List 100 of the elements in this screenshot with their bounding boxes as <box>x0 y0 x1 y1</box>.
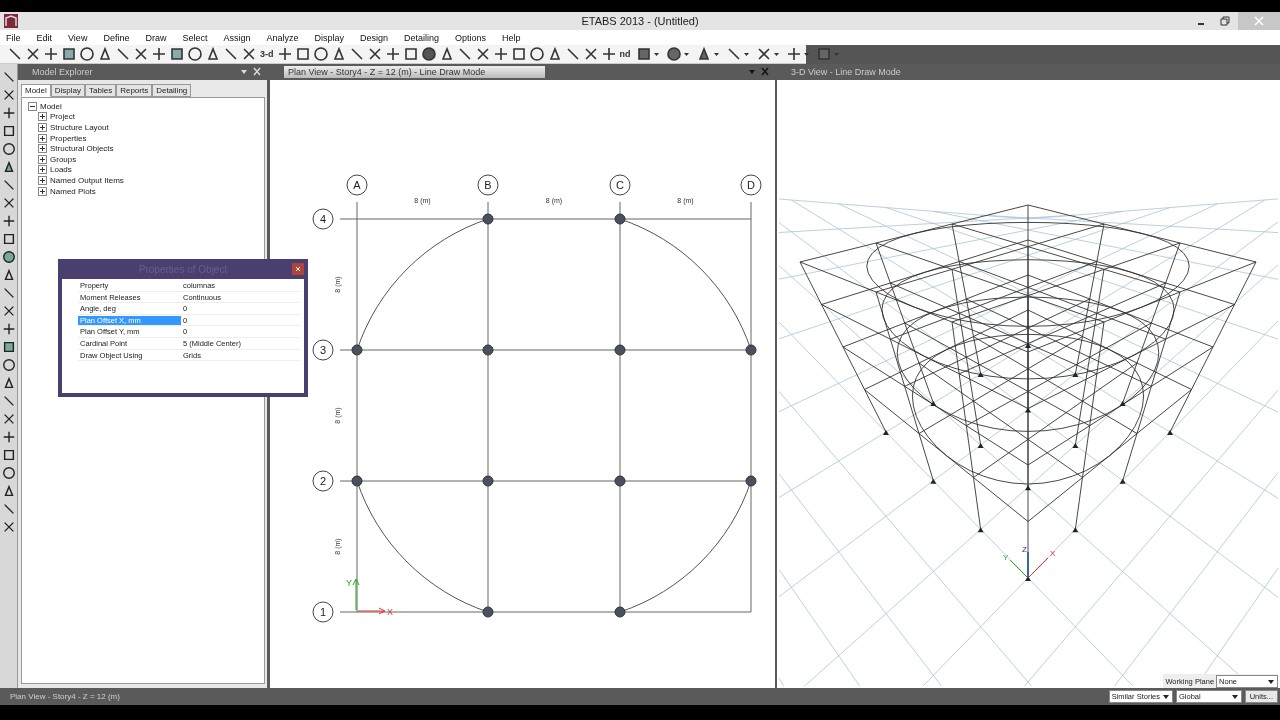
tool-icon[interactable] <box>1 340 16 354</box>
menu-item[interactable]: Draw <box>145 32 174 43</box>
menu-item[interactable]: Help <box>502 32 528 43</box>
expand-icon[interactable] <box>38 133 47 143</box>
toolbar-icon[interactable] <box>474 46 491 62</box>
tool-icon[interactable] <box>1 358 16 372</box>
toolbar-icon[interactable] <box>420 46 437 62</box>
tool-icon[interactable] <box>1 124 16 138</box>
toolbar-icon[interactable] <box>510 46 527 62</box>
grid-bubble: 3 <box>312 339 334 361</box>
menu-item[interactable]: Define <box>103 32 137 43</box>
toolbar-icon[interactable] <box>564 46 581 62</box>
grid-bubble: C <box>609 174 631 196</box>
tree-item[interactable]: Project <box>50 112 75 122</box>
tree-item[interactable]: Loads <box>50 165 72 175</box>
menu-item[interactable]: Edit <box>36 32 60 43</box>
menu-item[interactable]: File <box>6 32 28 43</box>
menu-item[interactable]: Assign <box>223 32 258 43</box>
toolbar-dropdown-icon[interactable] <box>665 46 690 62</box>
tree-item[interactable]: Groups <box>50 154 77 164</box>
expand-icon[interactable] <box>38 112 47 122</box>
tool-icon[interactable] <box>1 448 16 462</box>
toolbar-icon[interactable] <box>402 46 419 62</box>
toolbar-dropdown-icon[interactable] <box>755 46 780 62</box>
pane-title: 3-D View - Line Draw Mode <box>791 67 901 77</box>
toolbar-icon[interactable] <box>348 46 365 62</box>
expand-icon[interactable] <box>38 186 47 196</box>
tab[interactable]: Reports <box>116 84 153 97</box>
toolbar-icon[interactable] <box>366 46 383 62</box>
toolbar-dropdown-icon[interactable] <box>635 46 660 62</box>
tab[interactable]: Detailing <box>152 84 192 97</box>
tool-icon[interactable] <box>1 322 16 336</box>
toolbar-icon[interactable] <box>151 46 167 62</box>
expand-icon[interactable] <box>38 144 47 154</box>
tree-item[interactable]: Named Output Items <box>50 175 124 185</box>
tool-icon[interactable] <box>1 106 16 120</box>
toolbar-icon[interactable] <box>223 46 239 62</box>
tool-icon[interactable] <box>1 430 16 444</box>
toolbar-icon[interactable] <box>276 46 293 62</box>
panel-title: Model Explorer <box>32 67 93 77</box>
toolbar-button[interactable]: 3-d <box>258 49 276 59</box>
menu-item[interactable]: Design <box>360 32 395 43</box>
toolbar-dropdown-icon[interactable] <box>785 46 810 62</box>
menu-item[interactable]: Analyze <box>266 32 306 43</box>
menu-item[interactable]: Detailing <box>404 32 447 43</box>
menu-item[interactable]: Display <box>314 32 351 43</box>
toolbar-icon[interactable] <box>7 46 23 62</box>
close-icon[interactable] <box>239 67 263 77</box>
expand-icon[interactable] <box>38 123 47 132</box>
tool-icon[interactable] <box>1 250 16 264</box>
toolbar-icon[interactable] <box>61 46 77 62</box>
toolbar-icon[interactable] <box>43 46 59 62</box>
toolbar-icon[interactable] <box>528 46 545 62</box>
tree-item[interactable]: Model <box>40 101 62 111</box>
toolbar-icon[interactable] <box>133 46 149 62</box>
toolbar-icon[interactable] <box>25 46 41 62</box>
pane-title: Plan View - Story4 - Z = 12 (m) - Line Draw Mode <box>284 66 546 78</box>
tool-icon[interactable] <box>1 214 16 228</box>
tool-icon[interactable] <box>1 466 16 480</box>
close-icon[interactable] <box>747 67 771 77</box>
tree-item[interactable]: Structure Layout <box>50 123 109 132</box>
toolbar-icon[interactable] <box>79 46 95 62</box>
toolbar-icon[interactable] <box>97 46 113 62</box>
joint <box>745 344 757 356</box>
tab[interactable]: Display <box>50 84 86 97</box>
grid-bubble: 1 <box>312 601 334 623</box>
tree-item[interactable]: Named Plots <box>50 186 96 196</box>
toolbar-icon[interactable] <box>312 46 329 62</box>
toolbar-button[interactable]: nd <box>617 49 633 59</box>
expand-icon[interactable] <box>38 154 47 164</box>
tree-item[interactable]: Structural Objects <box>50 144 114 154</box>
joint <box>482 606 494 618</box>
joint <box>614 475 626 487</box>
toolbar-dropdown-icon[interactable] <box>725 46 750 62</box>
toolbar-icon[interactable] <box>582 46 599 62</box>
tree-item[interactable]: Properties <box>50 133 87 143</box>
toolbar-icon[interactable] <box>294 46 311 62</box>
tab[interactable]: Tables <box>85 84 117 97</box>
toolbar-icon[interactable] <box>492 46 509 62</box>
toolbar-icon[interactable] <box>456 46 473 62</box>
axis-triad <box>1009 551 1049 579</box>
toolbar-icon[interactable] <box>115 46 131 62</box>
tool-icon[interactable] <box>1 142 16 156</box>
menu-item[interactable]: View <box>68 32 95 43</box>
tab[interactable]: Model <box>21 84 51 97</box>
toolbar-icon[interactable] <box>187 46 203 62</box>
axis-label: Y <box>1003 553 1009 562</box>
status-text: Plan View - Story4 - Z = 12 (m) <box>10 692 120 701</box>
toolbar-icon[interactable] <box>600 46 617 62</box>
toolbar-icon[interactable] <box>241 46 257 62</box>
tool-icon[interactable] <box>1 232 16 246</box>
toolbar-icon[interactable] <box>384 46 401 62</box>
toolbar-icon[interactable] <box>169 46 185 62</box>
expand-icon[interactable] <box>38 175 47 185</box>
collapse-icon[interactable] <box>28 101 37 111</box>
menu-item[interactable]: Select <box>182 32 215 43</box>
menu-item[interactable]: Options <box>455 32 494 43</box>
close-icon[interactable] <box>292 263 304 275</box>
toolbar-icon[interactable] <box>205 46 221 62</box>
expand-icon[interactable] <box>38 165 47 175</box>
